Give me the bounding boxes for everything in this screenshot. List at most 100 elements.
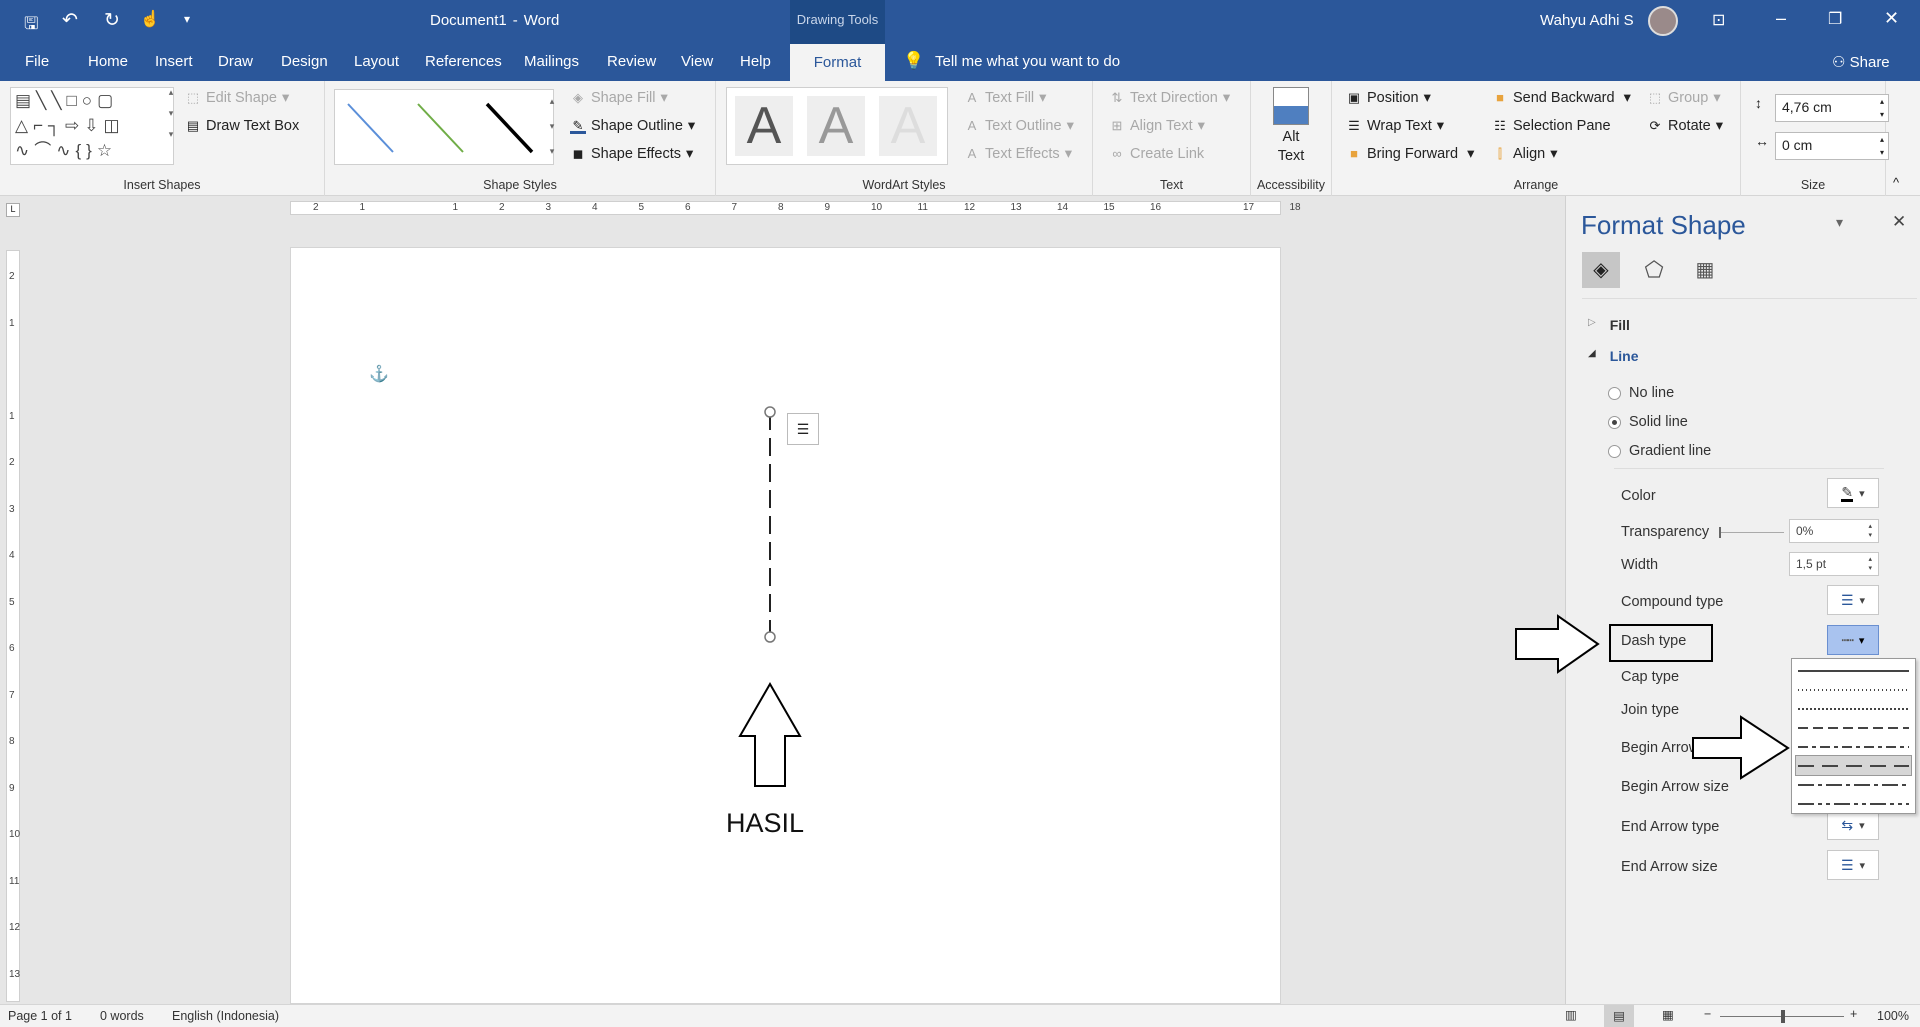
pane-options-icon[interactable]: ▾ (1836, 214, 1843, 231)
draw-text-box-button[interactable]: ▤ Draw Text Box (185, 118, 299, 134)
vertical-ruler[interactable]: 2 1 1 2 3 4 5 6 7 8 9 10 11 12 13 (6, 250, 20, 1002)
zoom-slider-thumb[interactable] (1781, 1010, 1785, 1023)
zoom-level[interactable]: 100% (1877, 1009, 1909, 1023)
ribbon-display-options-icon[interactable]: ⊡ (1712, 10, 1725, 30)
style-gallery-scroll[interactable]: ▴ ▾ ▾ (546, 89, 558, 165)
tab-review[interactable]: Review (607, 53, 656, 70)
dash-option-solid[interactable] (1796, 661, 1911, 680)
shapes-gallery[interactable]: ▤╲╲□○▢ △⌐┐⇨⇩◫ ∿⌒∿{}☆ (10, 87, 174, 165)
line-section-header[interactable]: ◢ Line (1588, 348, 1638, 364)
user-name[interactable]: Wahyu Adhi S (1540, 12, 1634, 29)
close-icon[interactable]: ✕ (1884, 8, 1899, 29)
text-effects-button[interactable]: A Text Effects ▾ (964, 146, 1072, 162)
page-count[interactable]: Page 1 of 1 (8, 1009, 72, 1023)
effects-tab-icon[interactable]: ⬠ (1635, 252, 1673, 288)
document-page[interactable]: ⚓ ☰ HASIL (290, 247, 1281, 1004)
zoom-slider[interactable] (1720, 1010, 1844, 1023)
radio-no-line[interactable]: No line (1608, 385, 1674, 401)
transparency-input[interactable]: 0% ▴ ▾ (1789, 519, 1879, 543)
width-spinner[interactable]: ▴ ▾ (1880, 133, 1884, 159)
dash-type-dropdown[interactable]: ┅┅ ▾ (1827, 625, 1879, 655)
shape-effects-button[interactable]: ◼ Shape Effects ▾ (570, 146, 694, 162)
transparency-slider[interactable] (1719, 527, 1784, 538)
web-layout-icon[interactable]: ▦ (1662, 1007, 1674, 1022)
spinner[interactable]: ▴ ▾ (1868, 522, 1872, 540)
edit-shape-button[interactable]: ⬚ Edit Shape ▾ (185, 90, 289, 106)
dash-option-dash-dot[interactable] (1796, 737, 1911, 756)
text-outline-button[interactable]: A Text Outline ▾ (964, 118, 1074, 134)
style-swatch-blue[interactable] (347, 103, 394, 153)
tab-selector[interactable]: L (6, 203, 20, 217)
tab-layout[interactable]: Layout (354, 53, 399, 70)
dash-option-dash[interactable] (1796, 718, 1911, 737)
collapse-ribbon-icon[interactable]: ^ (1893, 175, 1899, 190)
color-picker[interactable]: ✎ ▾ (1827, 478, 1879, 508)
style-swatch-black[interactable] (485, 102, 534, 154)
restore-icon[interactable]: ❐ (1828, 9, 1842, 29)
word-count[interactable]: 0 words (100, 1009, 144, 1023)
height-spinner[interactable]: ▴ ▾ (1880, 95, 1884, 121)
dash-option-long-dash-dot[interactable] (1796, 775, 1911, 794)
share-button[interactable]: ⚇ Share (1832, 53, 1890, 71)
fill-section-header[interactable]: ▷ Fill (1588, 317, 1630, 333)
dash-option-long-dash[interactable] (1795, 755, 1912, 776)
fill-line-tab-icon[interactable]: ◈ (1582, 252, 1620, 288)
avatar[interactable] (1648, 6, 1678, 36)
language-status[interactable]: English (Indonesia) (172, 1009, 279, 1023)
create-link-button[interactable]: ∞ Create Link (1109, 146, 1204, 162)
text-fill-button[interactable]: A Text Fill ▾ (964, 90, 1047, 106)
tab-file[interactable]: File (25, 53, 49, 70)
zoom-in-button[interactable]: + (1850, 1007, 1857, 1021)
radio-gradient-line[interactable]: Gradient line (1608, 443, 1711, 459)
customize-qat-icon[interactable]: ▾ (184, 12, 190, 26)
width-input[interactable]: 1,5 pt ▴ ▾ (1789, 552, 1879, 576)
dash-option-round-dot[interactable] (1796, 680, 1911, 699)
dash-option-long-dash-dot-dot[interactable] (1796, 794, 1911, 813)
wordart-style-1[interactable]: A (735, 96, 793, 156)
send-backward-button[interactable]: ■ Send Backward ▾ (1492, 90, 1631, 106)
print-layout-icon[interactable]: ▤ (1604, 1005, 1634, 1027)
redo-icon[interactable]: ↻ (104, 9, 120, 32)
pane-close-icon[interactable]: ✕ (1892, 212, 1906, 232)
align-text-button[interactable]: ⊞ Align Text ▾ (1109, 118, 1205, 134)
spinner[interactable]: ▴ ▾ (1868, 555, 1872, 573)
wordart-style-3[interactable]: A (879, 96, 937, 156)
rotate-button[interactable]: ⟳ Rotate ▾ (1647, 118, 1723, 134)
gallery-scroll[interactable]: ▴ ▾ ▾ (166, 87, 176, 165)
shape-styles-gallery[interactable] (334, 89, 554, 165)
undo-icon[interactable]: ↶ (62, 9, 78, 32)
shape-height-input[interactable]: 4,76 cm ▴ ▾ (1775, 94, 1889, 122)
horizontal-ruler[interactable]: 2 1 1 2 3 4 5 6 7 8 9 10 11 12 13 14 15 16 17 18 (290, 201, 1301, 215)
line-handle-end[interactable] (764, 631, 776, 643)
tab-format[interactable]: Format (790, 44, 885, 81)
shape-width-input[interactable]: 0 cm ▴ ▾ (1775, 132, 1889, 160)
minimize-icon[interactable]: – (1776, 8, 1786, 29)
size-properties-tab-icon[interactable]: ▦ (1686, 252, 1724, 288)
wordart-style-2[interactable]: A (807, 96, 865, 156)
style-swatch-green[interactable] (417, 103, 464, 153)
wrap-text-button[interactable]: ☰ Wrap Text ▾ (1346, 118, 1444, 134)
touch-mode-icon[interactable]: ☝ (140, 9, 160, 29)
bring-forward-button[interactable]: ■ Bring Forward ▾ (1346, 146, 1474, 162)
tab-mailings[interactable]: Mailings (524, 53, 579, 70)
dash-option-square-dot[interactable] (1796, 699, 1911, 718)
radio-solid-line[interactable]: Solid line (1608, 414, 1688, 430)
tell-me-search[interactable]: Tell me what you want to do (935, 53, 1120, 70)
end-arrow-size-dropdown[interactable]: ☰ ▾ (1827, 850, 1879, 880)
selection-pane-button[interactable]: ☷ Selection Pane (1492, 118, 1610, 134)
align-button[interactable]: ⫿ Align ▾ (1492, 146, 1558, 162)
save-icon[interactable]: 🖫 (24, 11, 38, 40)
tab-draw[interactable]: Draw (218, 53, 253, 70)
tab-design[interactable]: Design (281, 53, 328, 70)
position-button[interactable]: ▣ Position ▾ (1346, 90, 1431, 106)
alt-text-button[interactable]: Alt Text (1265, 87, 1317, 166)
line-handle-start[interactable] (764, 406, 776, 418)
shape-fill-button[interactable]: ◈ Shape Fill ▾ (570, 90, 668, 106)
group-button[interactable]: ⬚ Group ▾ (1647, 90, 1721, 106)
tab-references[interactable]: References (425, 53, 502, 70)
end-arrow-type-dropdown[interactable]: ⇆ ▾ (1827, 810, 1879, 840)
tab-insert[interactable]: Insert (155, 53, 193, 70)
compound-type-dropdown[interactable]: ☰ ▾ (1827, 585, 1879, 615)
wordart-gallery[interactable]: A A A (726, 87, 948, 165)
shape-outline-button[interactable]: ✎ Shape Outline ▾ (570, 118, 695, 134)
